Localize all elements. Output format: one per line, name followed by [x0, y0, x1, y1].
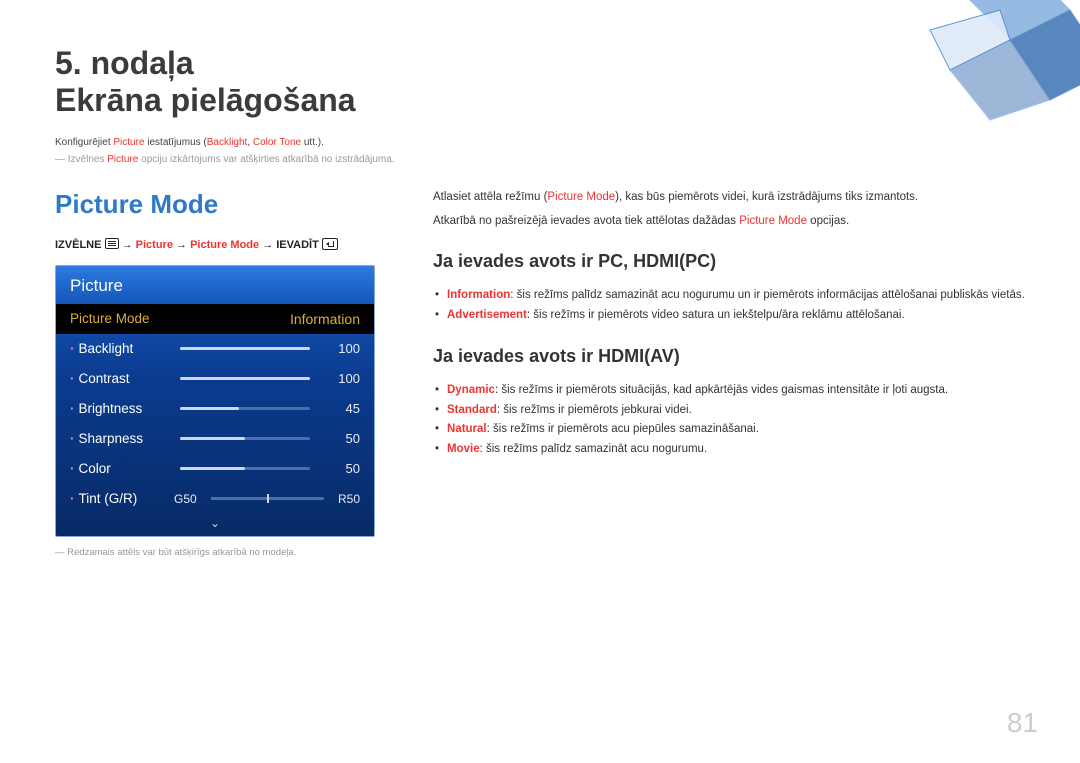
- osd-value: 50: [324, 431, 360, 446]
- image-caption: ― Redzamais attēls var būt atšķirīgs atk…: [55, 547, 395, 558]
- page-number: 81: [1007, 707, 1038, 739]
- subheading-pc: Ja ievades avots ir PC, HDMI(PC): [433, 248, 1030, 276]
- menu-icon: [105, 238, 119, 249]
- osd-slider: [180, 377, 310, 380]
- osd-panel: Picture Picture Mode Information Backlig…: [55, 265, 375, 537]
- osd-row: Brightness 45: [56, 394, 374, 424]
- osd-value: 45: [324, 401, 360, 416]
- list-item: Natural: šis režīms ir piemērots acu pie…: [447, 420, 1030, 440]
- osd-label: Backlight: [70, 341, 166, 356]
- decorative-corner: [830, 0, 1080, 140]
- desc-p1: Atlasiet attēla režīmu (Picture Mode), k…: [433, 189, 1030, 207]
- osd-row-selected: Picture Mode Information: [56, 304, 374, 334]
- osd-value: 50: [324, 461, 360, 476]
- osd-title: Picture: [56, 266, 374, 304]
- subheading-av: Ja ievades avots ir HDMI(AV): [433, 343, 1030, 371]
- list-item: Advertisement: šis režīms ir piemērots v…: [447, 306, 1030, 326]
- osd-label: Color: [70, 461, 166, 476]
- osd-row-tint: Tint (G/R) G50 R50: [56, 484, 374, 514]
- osd-value: 100: [324, 371, 360, 386]
- osd-row: Color 50: [56, 454, 374, 484]
- osd-label: Sharpness: [70, 431, 166, 446]
- osd-row: Sharpness 50: [56, 424, 374, 454]
- note-text: ― Izvēlnes Picture opciju izkārtojums va…: [55, 154, 1030, 165]
- osd-row: Contrast 100: [56, 364, 374, 394]
- enter-icon: [322, 238, 338, 250]
- osd-slider: [180, 407, 310, 410]
- osd-label: Brightness: [70, 401, 166, 416]
- osd-slider: [180, 437, 310, 440]
- osd-row: Backlight 100: [56, 334, 374, 364]
- list-item: Dynamic: šis režīms ir piemērots situāci…: [447, 381, 1030, 401]
- osd-slider: [180, 467, 310, 470]
- list-item: Movie: šis režīms palīdz samazināt acu n…: [447, 440, 1030, 460]
- osd-slider: [180, 347, 310, 350]
- list-item: Standard: šis režīms ir piemērots jebkur…: [447, 401, 1030, 421]
- list-item: Information: šis režīms palīdz samazināt…: [447, 286, 1030, 306]
- chevron-down-icon: ⌄: [56, 514, 374, 536]
- osd-value: 100: [324, 341, 360, 356]
- section-heading: Picture Mode: [55, 189, 395, 220]
- desc-p2: Atkarībā no pašreizējā ievades avota tie…: [433, 213, 1030, 231]
- menu-path: IZVĒLNE → Picture → Picture Mode → IEVAD…: [55, 238, 395, 251]
- osd-label: Contrast: [70, 371, 166, 386]
